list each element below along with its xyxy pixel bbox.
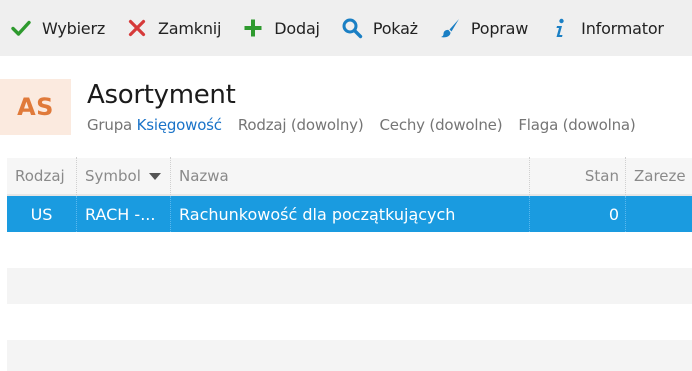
add-button[interactable]: Dodaj <box>242 0 320 56</box>
empty-row <box>7 304 692 340</box>
cell-zarezerwowano <box>626 196 692 232</box>
cell-symbol: RACH -... <box>77 196 171 232</box>
cell-nazwa: Rachunkowość dla początkujących <box>171 196 530 232</box>
filter-bar: Grupa Księgowość Rodzaj (dowolny) Cechy … <box>87 116 652 134</box>
cell-rodzaj: US <box>7 196 77 232</box>
sort-descending-icon <box>148 172 161 180</box>
empty-row <box>7 340 692 371</box>
informator-button[interactable]: Informator <box>549 0 664 56</box>
filter-grupa-label: Grupa <box>87 116 133 134</box>
column-header-symbol[interactable]: Symbol <box>77 157 171 195</box>
select-button-label: Wybierz <box>42 18 106 38</box>
column-header-stan-label: Stan <box>584 167 619 185</box>
toolbar: Wybierz Zamknij Dodaj Pokaż Popraw Infor… <box>0 0 692 56</box>
add-button-label: Dodaj <box>274 18 320 38</box>
brush-icon <box>439 17 461 39</box>
column-header-rodzaj-label: Rodzaj <box>15 167 65 185</box>
show-button-label: Pokaż <box>372 18 418 38</box>
edit-button[interactable]: Popraw <box>439 0 528 56</box>
filter-grupa[interactable]: Grupa Księgowość <box>87 116 222 134</box>
show-button[interactable]: Pokaż <box>341 0 418 56</box>
page-header: AS Asortyment Grupa Księgowość Rodzaj (d… <box>0 56 692 158</box>
filter-rodzaj[interactable]: Rodzaj (dowolny) <box>238 116 364 134</box>
info-icon <box>549 17 571 39</box>
informator-button-label: Informator <box>581 18 664 38</box>
column-header-rodzaj[interactable]: Rodzaj <box>7 157 77 195</box>
table-header: Rodzaj Symbol Nazwa Stan Zareze <box>7 157 692 196</box>
column-header-nazwa-label: Nazwa <box>179 167 229 185</box>
checkmark-icon <box>10 17 32 39</box>
page-title: Asortyment <box>87 80 236 110</box>
close-icon <box>126 17 148 39</box>
avatar-initials: AS <box>17 93 54 121</box>
filter-cechy[interactable]: Cechy (dowolne) <box>380 116 503 134</box>
search-icon <box>341 17 363 39</box>
avatar: AS <box>0 79 71 135</box>
close-button-label: Zamknij <box>158 18 222 38</box>
close-button[interactable]: Zamknij <box>126 0 221 56</box>
select-button[interactable]: Wybierz <box>10 0 105 56</box>
column-header-nazwa[interactable]: Nazwa <box>171 157 530 195</box>
edit-button-label: Popraw <box>470 18 529 38</box>
plus-icon <box>242 17 264 39</box>
column-header-symbol-label: Symbol <box>85 167 141 185</box>
empty-row <box>7 268 692 304</box>
column-header-zarezerwowano-label: Zareze <box>634 167 686 185</box>
filter-flaga[interactable]: Flaga (dowolna) <box>518 116 635 134</box>
empty-row <box>7 232 692 268</box>
filter-grupa-value[interactable]: Księgowość <box>137 116 222 134</box>
cell-stan: 0 <box>530 196 626 232</box>
table-row[interactable]: US RACH -... Rachunkowość dla początkują… <box>7 196 692 232</box>
column-header-stan[interactable]: Stan <box>530 157 626 195</box>
column-header-zarezerwowano[interactable]: Zareze <box>626 157 692 195</box>
assortment-table: Rodzaj Symbol Nazwa Stan Zareze US RACH … <box>7 157 692 371</box>
